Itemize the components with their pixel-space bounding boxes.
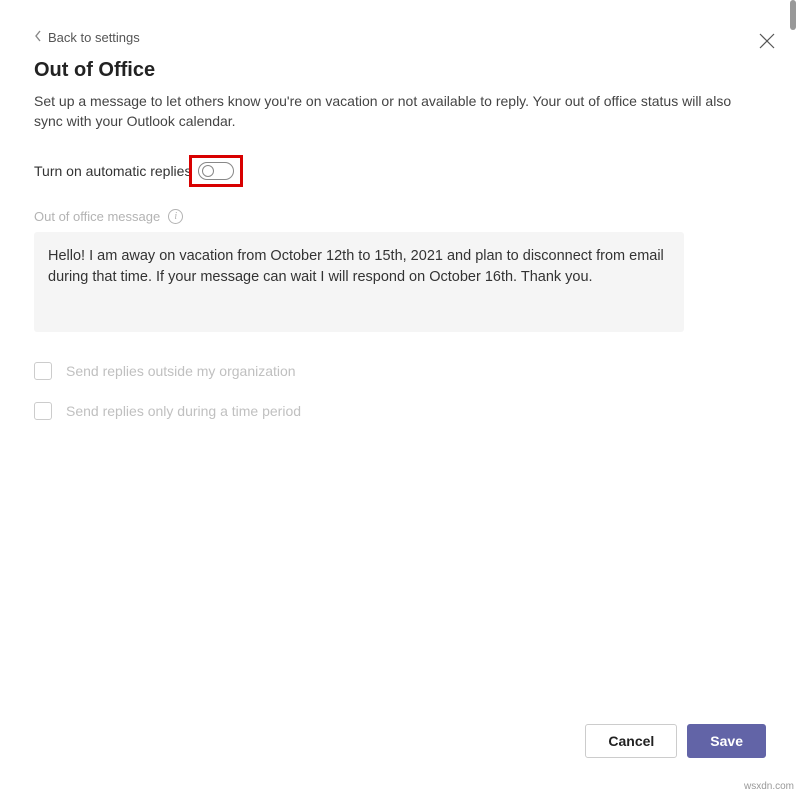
toggle-label: Turn on automatic replies <box>34 163 191 179</box>
info-icon[interactable]: i <box>168 209 183 224</box>
chevron-left-icon <box>34 30 42 45</box>
page-description: Set up a message to let others know you'… <box>34 92 734 131</box>
close-icon <box>758 32 776 50</box>
close-button[interactable] <box>758 32 776 50</box>
cancel-button[interactable]: Cancel <box>585 724 677 758</box>
automatic-replies-toggle[interactable] <box>198 162 234 180</box>
annotation-highlight <box>189 155 243 187</box>
time-period-checkbox-row: Send replies only during a time period <box>34 402 766 420</box>
page-title: Out of Office <box>34 59 766 82</box>
dialog-footer: Cancel Save <box>585 724 766 758</box>
save-button[interactable]: Save <box>687 724 766 758</box>
message-label-row: Out of office message i <box>34 209 766 224</box>
out-of-office-message-input[interactable]: Hello! I am away on vacation from Octobe… <box>34 232 684 332</box>
time-period-label: Send replies only during a time period <box>66 403 301 419</box>
time-period-checkbox[interactable] <box>34 402 52 420</box>
back-link-label: Back to settings <box>48 30 140 45</box>
message-field-label: Out of office message <box>34 209 160 224</box>
back-to-settings-link[interactable]: Back to settings <box>34 30 766 45</box>
watermark-text: wsxdn.com <box>744 781 794 792</box>
toggle-knob <box>202 165 214 177</box>
outside-org-label: Send replies outside my organization <box>66 363 296 379</box>
automatic-replies-toggle-row: Turn on automatic replies <box>34 155 766 187</box>
outside-org-checkbox[interactable] <box>34 362 52 380</box>
scrollbar[interactable] <box>790 0 796 30</box>
settings-panel: Back to settings Out of Office Set up a … <box>0 0 800 472</box>
outside-org-checkbox-row: Send replies outside my organization <box>34 362 766 380</box>
